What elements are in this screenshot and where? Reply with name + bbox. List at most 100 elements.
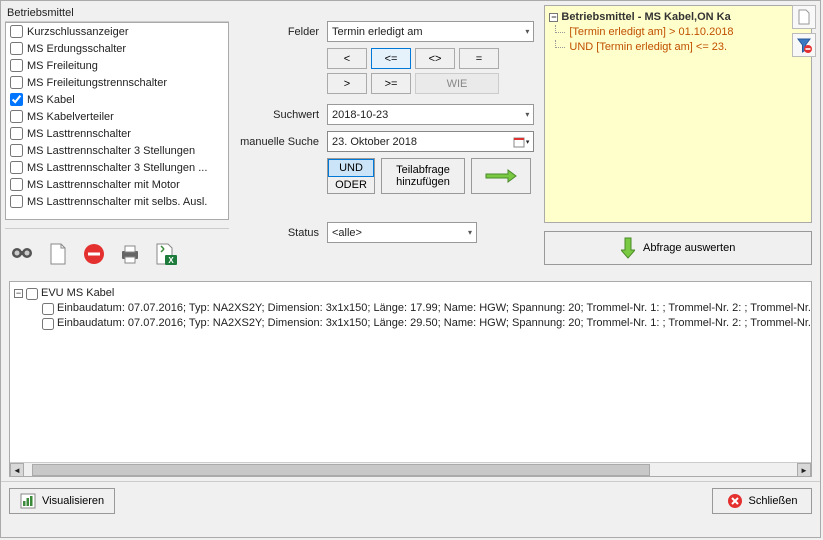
manuelle-suche-label: manuelle Suche: [239, 136, 327, 148]
betriebsmittel-item[interactable]: MS Lasttrennschalter 3 Stellungen: [6, 142, 228, 159]
calendar-icon[interactable]: ▾: [513, 136, 530, 148]
betriebsmittel-item[interactable]: MS Kabelverteiler: [6, 108, 228, 125]
betriebsmittel-checkbox[interactable]: [10, 127, 23, 140]
betriebsmittel-item[interactable]: MS Lasttrennschalter 3 Stellungen ...: [6, 159, 228, 176]
suchwert-label: Suchwert: [239, 109, 327, 121]
query-preview[interactable]: −Betriebsmittel - MS Kabel,ON Ka [Termin…: [544, 5, 812, 223]
op-lte-button[interactable]: <=: [371, 48, 411, 69]
betriebsmittel-item-label: MS Lasttrennschalter mit selbs. Ausl.: [27, 196, 207, 208]
betriebsmittel-item-label: MS Freileitungstrennschalter: [27, 77, 167, 89]
scroll-right-button[interactable]: ►: [797, 463, 811, 477]
result-row[interactable]: Einbaudatum: 07.07.2016; Typ: NA2XS2Y; D…: [42, 316, 807, 331]
betriebsmittel-item[interactable]: MS Kabel: [6, 91, 228, 108]
scroll-left-button[interactable]: ◄: [10, 463, 24, 477]
betriebsmittel-item[interactable]: MS Freileitungstrennschalter: [6, 74, 228, 91]
close-button[interactable]: Schließen: [712, 488, 812, 514]
betriebsmittel-checkbox[interactable]: [10, 76, 23, 89]
betriebsmittel-label: Betriebsmittel: [5, 5, 229, 22]
op-like-button: WIE: [415, 73, 499, 94]
preview-root: −Betriebsmittel - MS Kabel,ON Ka: [549, 10, 807, 25]
logic-or-button[interactable]: ODER: [328, 177, 374, 193]
result-row-checkbox[interactable]: [42, 303, 54, 315]
betriebsmittel-item[interactable]: MS Lasttrennschalter mit Motor: [6, 176, 228, 193]
felder-dropdown[interactable]: Termin erledigt am ▾: [327, 21, 534, 42]
manuelle-suche-value: 23. Oktober 2018: [332, 136, 417, 148]
excel-export-icon[interactable]: X: [149, 237, 183, 271]
arrow-right-icon: [484, 169, 518, 183]
arrow-right-button[interactable]: [471, 158, 531, 194]
horizontal-scrollbar[interactable]: ◄ ►: [10, 462, 811, 476]
status-label: Status: [239, 227, 327, 239]
filter-icon[interactable]: [792, 33, 816, 57]
betriebsmittel-item-label: Kurzschlussanzeiger: [27, 26, 129, 38]
left-panel: Betriebsmittel Kurzschlussanzeiger MS Erd…: [5, 5, 229, 275]
betriebsmittel-checkbox[interactable]: [10, 178, 23, 191]
betriebsmittel-item[interactable]: Kurzschlussanzeiger: [6, 23, 228, 40]
betriebsmittel-item[interactable]: MS Freileitung: [6, 57, 228, 74]
chevron-down-icon: ▾: [525, 110, 529, 119]
betriebsmittel-checklist[interactable]: Kurzschlussanzeiger MS Erdungsschalter MS …: [5, 22, 229, 220]
betriebsmittel-item-label: MS Lasttrennschalter 3 Stellungen ...: [27, 162, 207, 174]
preview-condition-2[interactable]: UND [Termin erledigt am] <= 23.: [569, 40, 807, 55]
op-ne-button[interactable]: <>: [415, 48, 455, 69]
results-tree[interactable]: − EVU MS Kabel Einbaudatum: 07.07.2016; …: [9, 281, 812, 477]
close-label: Schließen: [749, 495, 798, 507]
upper-panel: Betriebsmittel Kurzschlussanzeiger MS Erd…: [1, 1, 820, 279]
betriebsmittel-item-label: MS Lasttrennschalter: [27, 128, 131, 140]
op-gt-button[interactable]: >: [327, 73, 367, 94]
scroll-thumb[interactable]: [32, 464, 650, 476]
betriebsmittel-checkbox[interactable]: [10, 161, 23, 174]
felder-label: Felder: [239, 26, 327, 38]
right-panel: −Betriebsmittel - MS Kabel,ON Ka [Termin…: [544, 5, 812, 275]
betriebsmittel-item-label: MS Freileitung: [27, 60, 98, 72]
page-icon[interactable]: [792, 5, 816, 29]
betriebsmittel-checkbox[interactable]: [10, 93, 23, 106]
betriebsmittel-item-label: MS Kabel: [27, 94, 75, 106]
svg-text:X: X: [168, 256, 174, 265]
betriebsmittel-item[interactable]: MS Erdungsschalter: [6, 40, 228, 57]
betriebsmittel-checkbox[interactable]: [10, 25, 23, 38]
add-subquery-button[interactable]: Teilabfrage hinzufügen: [381, 158, 465, 194]
visualize-icon: [20, 493, 36, 509]
op-gte-button[interactable]: >=: [371, 73, 411, 94]
status-dropdown[interactable]: <alle> ▾: [327, 222, 477, 243]
result-row-checkbox[interactable]: [42, 318, 54, 330]
result-root-checkbox[interactable]: [26, 288, 38, 300]
betriebsmittel-checkbox[interactable]: [10, 59, 23, 72]
op-eq-button[interactable]: =: [459, 48, 499, 69]
chevron-down-icon: ▾: [525, 27, 529, 36]
betriebsmittel-checkbox[interactable]: [10, 110, 23, 123]
arrow-down-icon: [621, 236, 635, 260]
result-root[interactable]: − EVU MS Kabel: [14, 286, 807, 301]
collapse-icon[interactable]: −: [14, 289, 23, 298]
betriebsmittel-checkbox[interactable]: [10, 195, 23, 208]
logic-and-button[interactable]: UND: [328, 159, 374, 177]
betriebsmittel-checkbox[interactable]: [10, 144, 23, 157]
betriebsmittel-checkbox[interactable]: [10, 42, 23, 55]
suchwert-dropdown[interactable]: 2018-10-23 ▾: [327, 104, 534, 125]
betriebsmittel-item-label: MS Lasttrennschalter mit Motor: [27, 179, 180, 191]
manuelle-suche-datepicker[interactable]: 23. Oktober 2018 ▾: [327, 131, 534, 152]
new-page-icon[interactable]: [41, 237, 75, 271]
scroll-track[interactable]: [24, 463, 797, 476]
logic-block: UND ODER Teilabfrage hinzufügen: [327, 158, 534, 194]
binoculars-icon[interactable]: [5, 237, 39, 271]
status-value: <alle>: [332, 227, 362, 239]
op-lt-button[interactable]: <: [327, 48, 367, 69]
result-row-label: Einbaudatum: 07.07.2016; Typ: NA2XS2Y; D…: [57, 301, 812, 316]
middle-panel: Felder Termin erledigt am ▾ < <= <> = > …: [239, 5, 534, 275]
preview-condition-1[interactable]: [Termin erledigt am] > 01.10.2018: [569, 25, 807, 40]
dialog-window: Betriebsmittel Kurzschlussanzeiger MS Erd…: [0, 0, 821, 538]
evaluate-query-button[interactable]: Abfrage auswerten: [544, 231, 812, 265]
delete-icon[interactable]: [77, 237, 111, 271]
left-toolbar: X: [5, 228, 229, 271]
betriebsmittel-item[interactable]: MS Lasttrennschalter mit selbs. Ausl.: [6, 193, 228, 210]
visualize-button[interactable]: Visualisieren: [9, 488, 115, 514]
betriebsmittel-item[interactable]: MS Lasttrennschalter: [6, 125, 228, 142]
print-icon[interactable]: [113, 237, 147, 271]
visualize-label: Visualisieren: [42, 495, 104, 507]
evaluate-label: Abfrage auswerten: [643, 242, 735, 254]
result-row[interactable]: Einbaudatum: 07.07.2016; Typ: NA2XS2Y; D…: [42, 301, 807, 316]
betriebsmittel-item-label: MS Erdungsschalter: [27, 43, 126, 55]
side-icons: [792, 5, 816, 57]
